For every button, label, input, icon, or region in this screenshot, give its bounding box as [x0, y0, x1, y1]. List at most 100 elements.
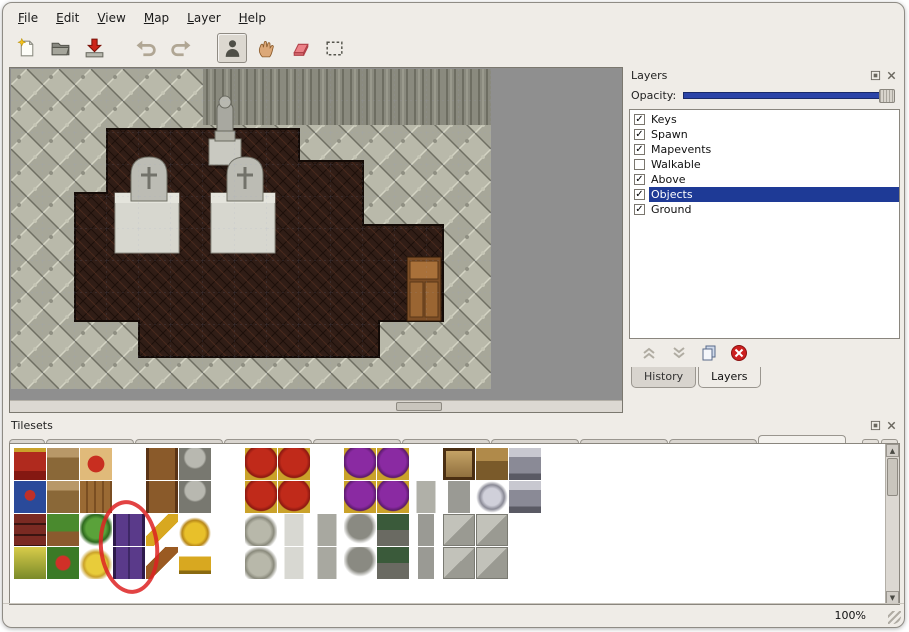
- float-panel-icon[interactable]: [869, 419, 882, 432]
- tile-vase[interactable]: [377, 514, 409, 546]
- menu-item-file[interactable]: File: [9, 8, 47, 28]
- opacity-slider-handle[interactable]: [879, 89, 895, 103]
- select-tool-button[interactable]: [319, 33, 349, 63]
- tileset-vertical-scrollbar[interactable]: ▲ ▼: [885, 444, 899, 604]
- tile-rock[interactable]: [245, 514, 277, 546]
- tile-banner_blue[interactable]: [14, 481, 46, 513]
- tile-obelisk[interactable]: [410, 481, 442, 513]
- tile-statue_white[interactable]: [278, 514, 310, 546]
- tile-throne_red[interactable]: [278, 448, 310, 480]
- layer-checkbox[interactable]: ✓: [634, 114, 645, 125]
- tile-armor_pile[interactable]: [476, 481, 508, 513]
- tile-cabinet[interactable]: [146, 481, 178, 513]
- duplicate-icon[interactable]: [699, 343, 719, 363]
- menu-item-map[interactable]: Map: [135, 8, 178, 28]
- close-panel-icon[interactable]: [885, 419, 898, 432]
- stamp-tool-button[interactable]: [217, 33, 247, 63]
- tile-cushion_red[interactable]: [80, 448, 112, 480]
- tile-empty[interactable]: [311, 481, 343, 513]
- layer-row-ground[interactable]: ✓Ground: [630, 202, 899, 217]
- undo-button[interactable]: [131, 33, 161, 63]
- tile-throne_purple[interactable]: [377, 481, 409, 513]
- layer-checkbox[interactable]: ✓: [634, 144, 645, 155]
- tile-stone_door[interactable]: [179, 481, 211, 513]
- tile-statue_gray[interactable]: [311, 547, 343, 579]
- tile-barrel[interactable]: [80, 481, 112, 513]
- tile-gargoyle[interactable]: [344, 547, 376, 579]
- tile-rock[interactable]: [245, 547, 277, 579]
- tile-empty[interactable]: [212, 481, 244, 513]
- tile-statue_white[interactable]: [278, 547, 310, 579]
- tile-armor_statue[interactable]: [509, 481, 541, 513]
- tile-throne_purple[interactable]: [344, 481, 376, 513]
- layer-row-spawn[interactable]: ✓Spawn: [630, 127, 899, 142]
- scrollbar-thumb[interactable]: [396, 402, 442, 411]
- menu-item-layer[interactable]: Layer: [178, 8, 229, 28]
- tile-cabinet[interactable]: [146, 448, 178, 480]
- fill-tool-button[interactable]: [251, 33, 281, 63]
- tile-empty[interactable]: [509, 547, 541, 579]
- tile-banner_red[interactable]: [14, 448, 46, 480]
- delete-icon[interactable]: [729, 343, 749, 363]
- tile-throne_red[interactable]: [245, 448, 277, 480]
- tile-statue_gray[interactable]: [311, 514, 343, 546]
- layer-row-keys[interactable]: ✓Keys: [630, 112, 899, 127]
- move-down-icon[interactable]: [669, 343, 689, 363]
- dock-tab-history[interactable]: History: [631, 367, 696, 388]
- move-up-icon[interactable]: [639, 343, 659, 363]
- tile-pillar[interactable]: [410, 547, 442, 579]
- tile-throne_red[interactable]: [278, 481, 310, 513]
- tile-throne_purple[interactable]: [377, 448, 409, 480]
- tile-vase[interactable]: [377, 547, 409, 579]
- float-panel-icon[interactable]: [869, 69, 882, 82]
- tile-loom[interactable]: [47, 448, 79, 480]
- tile-gold_pile[interactable]: [179, 514, 211, 546]
- map-horizontal-scrollbar[interactable]: [10, 400, 622, 412]
- redo-button[interactable]: [165, 33, 195, 63]
- layer-checkbox[interactable]: ✓: [634, 189, 645, 200]
- tile-empty[interactable]: [410, 448, 442, 480]
- tile-throne_purple[interactable]: [344, 448, 376, 480]
- layer-row-mapevents[interactable]: ✓Mapevents: [630, 142, 899, 157]
- tile-stone_block[interactable]: [443, 547, 475, 579]
- save-button[interactable]: [79, 33, 109, 63]
- layer-checkbox[interactable]: [634, 159, 645, 170]
- layer-checkbox[interactable]: ✓: [634, 129, 645, 140]
- layer-row-walkable[interactable]: Walkable: [630, 157, 899, 172]
- layer-checkbox[interactable]: ✓: [634, 204, 645, 215]
- tile-empty[interactable]: [311, 448, 343, 480]
- tile-coffin[interactable]: [443, 481, 475, 513]
- eraser-tool-button[interactable]: [285, 33, 315, 63]
- layer-row-objects[interactable]: ✓Objects: [630, 187, 899, 202]
- tile-stone_door[interactable]: [179, 448, 211, 480]
- tile-armor_statue[interactable]: [509, 448, 541, 480]
- opacity-slider[interactable]: [683, 92, 895, 99]
- scroll-up-icon[interactable]: ▲: [886, 444, 899, 457]
- resize-grip[interactable]: [888, 611, 901, 624]
- close-panel-icon[interactable]: [885, 69, 898, 82]
- tile-bookshelf[interactable]: [14, 514, 46, 546]
- dock-tab-layers[interactable]: Layers: [698, 367, 760, 388]
- tile-empty[interactable]: [113, 448, 145, 480]
- tile-pillar[interactable]: [410, 514, 442, 546]
- tile-loom[interactable]: [47, 481, 79, 513]
- tile-stone_block[interactable]: [443, 514, 475, 546]
- tile-gargoyle[interactable]: [344, 514, 376, 546]
- new-file-button[interactable]: [11, 33, 41, 63]
- tile-empty[interactable]: [212, 448, 244, 480]
- tile-bench[interactable]: [476, 448, 508, 480]
- menu-item-help[interactable]: Help: [230, 8, 275, 28]
- tile-empty[interactable]: [212, 547, 244, 579]
- tile-empty[interactable]: [212, 514, 244, 546]
- tile-plant_pot[interactable]: [47, 514, 79, 546]
- tile-flower_red[interactable]: [47, 547, 79, 579]
- tile-empty[interactable]: [509, 514, 541, 546]
- open-button[interactable]: [45, 33, 75, 63]
- tile-stone_block[interactable]: [476, 547, 508, 579]
- scrollbar-thumb[interactable]: [887, 458, 898, 496]
- tile-gold_bar[interactable]: [179, 547, 211, 579]
- tile-stone_block[interactable]: [476, 514, 508, 546]
- tile-banner_yellow[interactable]: [14, 547, 46, 579]
- tile-frame[interactable]: [443, 448, 475, 480]
- layer-row-above[interactable]: ✓Above: [630, 172, 899, 187]
